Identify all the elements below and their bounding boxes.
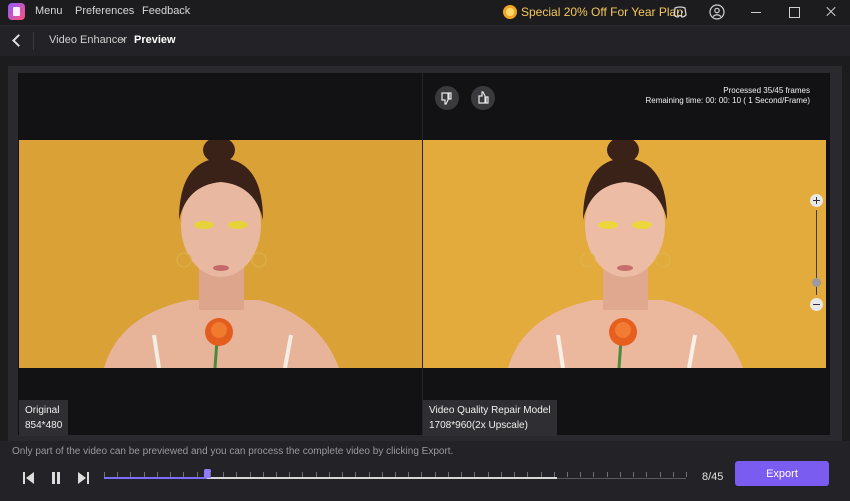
timeline-tick	[567, 472, 568, 477]
thumbs-up-button[interactable]	[471, 86, 495, 110]
timeline-tick	[474, 472, 475, 477]
timeline-tick	[355, 472, 356, 477]
promo-banner[interactable]: Special 20% Off For Year Plan	[503, 3, 683, 21]
timeline-tick	[593, 472, 594, 477]
breadcrumb-preview: Preview	[134, 34, 176, 46]
timeline-tick	[369, 472, 370, 477]
timeline-tick	[527, 472, 528, 477]
zoom-in-button[interactable]	[810, 194, 823, 207]
timeline-tick	[302, 472, 303, 477]
preferences-button[interactable]: Preferences	[75, 5, 134, 17]
timeline-tick	[686, 472, 687, 477]
timeline-tick	[289, 472, 290, 477]
pause-button[interactable]	[48, 470, 64, 486]
app-logo-icon	[8, 3, 25, 20]
timeline-tick	[514, 472, 515, 477]
remaining-time-text: Remaining time: 00: 00: 10 ( 1 Second/Fr…	[645, 96, 810, 105]
timeline-tick	[580, 472, 581, 477]
timeline-tick	[620, 472, 621, 477]
back-button[interactable]	[8, 33, 26, 49]
discord-icon[interactable]	[672, 4, 688, 20]
timeline-tick	[236, 472, 237, 477]
export-button[interactable]: Export	[735, 461, 829, 486]
original-title: Original	[25, 405, 60, 416]
timeline-tick	[342, 472, 343, 477]
original-resolution: 854*480	[25, 420, 63, 431]
timeline-tick	[408, 472, 409, 477]
account-icon[interactable]	[709, 4, 725, 20]
timeline-tick	[130, 472, 131, 477]
timeline-tick	[607, 472, 608, 477]
enhanced-resolution: 1708*960(2x Upscale)	[429, 420, 528, 431]
menu-button[interactable]: Menu	[35, 5, 63, 17]
timeline-tick	[117, 472, 118, 477]
zoom-out-button[interactable]	[810, 298, 823, 311]
timeline-tick	[461, 472, 462, 477]
title-bar: Menu Preferences Feedback Special 20% Of…	[0, 0, 850, 24]
timeline-tick	[673, 472, 674, 477]
timeline-tick	[197, 472, 198, 477]
timeline-tick	[170, 472, 171, 477]
zoom-slider-handle[interactable]	[812, 278, 821, 287]
sun-icon	[503, 5, 517, 19]
timeline-tick	[104, 472, 105, 477]
timeline-tick	[210, 472, 211, 477]
breadcrumb-video-enhancer[interactable]: Video Enhancer	[49, 34, 127, 46]
timeline-tick	[541, 472, 542, 477]
chevron-right-icon: ›	[121, 34, 125, 46]
timeline-tick	[316, 472, 317, 477]
timeline-tick	[435, 472, 436, 477]
timeline-tick	[421, 472, 422, 477]
timeline-tick	[501, 472, 502, 477]
timeline-tick	[263, 472, 264, 477]
timeline-tick	[646, 472, 647, 477]
maximize-button[interactable]	[786, 4, 802, 20]
processing-status: Processed 35/45 frames Remaining time: 0…	[645, 86, 810, 106]
breadcrumb: Video Enhancer › Preview	[0, 25, 850, 56]
timeline-tick	[329, 472, 330, 477]
divider	[33, 32, 34, 50]
enhanced-label: Video Quality Repair Model 1708*960(2x U…	[423, 400, 557, 436]
timeline-tick	[157, 472, 158, 477]
processed-frames-text: Processed 35/45 frames	[723, 86, 810, 95]
timeline-tick	[276, 472, 277, 477]
timeline-tick	[488, 472, 489, 477]
timeline-tick	[633, 472, 634, 477]
timeline-played-range	[104, 477, 207, 479]
enhanced-video-frame	[422, 140, 826, 368]
timeline-tick	[144, 472, 145, 477]
promo-text: Special 20% Off For Year Plan	[521, 5, 683, 19]
timeline-tick	[395, 472, 396, 477]
timeline-tick	[250, 472, 251, 477]
original-video-frame	[19, 140, 422, 368]
feedback-button[interactable]: Feedback	[142, 5, 190, 17]
frame-counter: 8/45	[702, 471, 724, 483]
thumbs-down-button[interactable]	[435, 86, 459, 110]
minimize-button[interactable]	[748, 4, 764, 20]
original-label: Original 854*480	[19, 400, 69, 436]
model-title: Video Quality Repair Model	[429, 405, 551, 416]
next-frame-button[interactable]	[76, 470, 92, 486]
preview-notice: Only part of the video can be previewed …	[12, 446, 454, 457]
close-button[interactable]	[823, 4, 839, 20]
previous-frame-button[interactable]	[20, 470, 36, 486]
comparison-divider	[422, 73, 423, 435]
timeline-tick	[223, 472, 224, 477]
timeline-tick	[382, 472, 383, 477]
timeline-tick	[660, 472, 661, 477]
timeline-tick	[554, 472, 555, 477]
timeline-tick	[183, 472, 184, 477]
timeline-slider[interactable]	[104, 468, 687, 486]
timeline-tick	[448, 472, 449, 477]
